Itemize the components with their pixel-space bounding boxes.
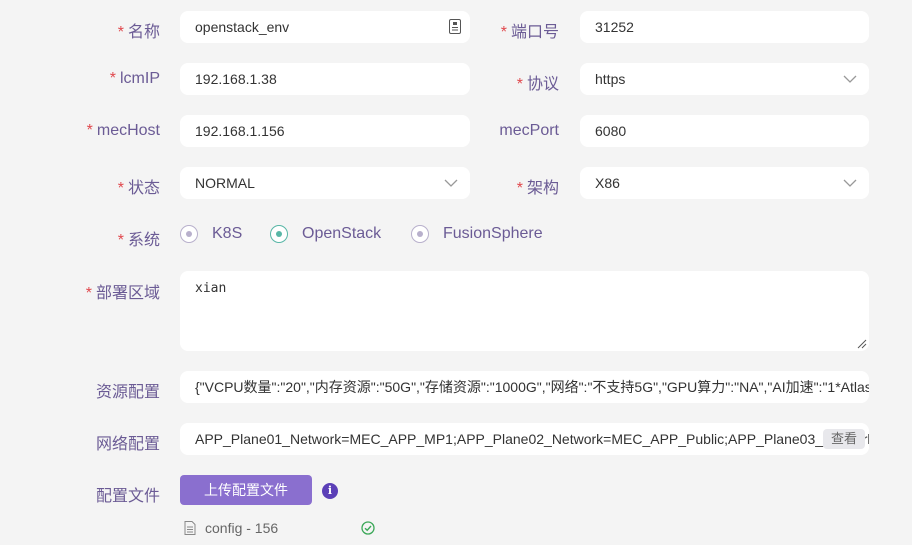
- radio-circle-checked: [270, 225, 288, 243]
- upload-config-button[interactable]: 上传配置文件: [180, 475, 312, 505]
- network-input[interactable]: APP_Plane01_Network=MEC_APP_MP1;APP_Plan…: [180, 423, 869, 455]
- chevron-down-icon: [444, 179, 458, 187]
- mechost-input[interactable]: 192.168.1.156: [180, 115, 470, 147]
- lcmip-input[interactable]: 192.168.1.38: [180, 63, 470, 95]
- file-name: config - 156: [205, 520, 279, 536]
- mechost-label: * mecHost: [86, 122, 160, 139]
- file-icon: [184, 521, 196, 535]
- protocol-label: * 协议: [516, 76, 559, 93]
- name-input[interactable]: openstack_env: [180, 11, 470, 43]
- uploaded-file-item[interactable]: config - 156: [184, 520, 278, 536]
- chevron-down-icon: [843, 75, 857, 83]
- region-textarea[interactable]: xian: [180, 271, 869, 351]
- arch-label: * 架构: [516, 180, 559, 197]
- mecport-input[interactable]: 6080: [580, 115, 869, 147]
- arch-select[interactable]: X86: [580, 167, 869, 199]
- check-circle-icon: [361, 521, 375, 535]
- name-label: * 名称: [117, 24, 160, 41]
- resource-label: 资源配置: [95, 384, 160, 401]
- resource-input[interactable]: {"VCPU数量":"20","内存资源":"50G","存储资源":"1000…: [180, 371, 869, 403]
- port-input[interactable]: 31252: [580, 11, 869, 43]
- document-icon[interactable]: [449, 19, 461, 34]
- system-label: * 系统: [117, 232, 160, 249]
- region-label: * 部署区域: [85, 285, 160, 302]
- port-label: * 端口号: [500, 24, 559, 41]
- mecport-label: mecPort: [499, 122, 559, 139]
- status-label: * 状态: [117, 180, 160, 197]
- radio-circle: [180, 225, 198, 243]
- resize-handle-icon[interactable]: [857, 339, 867, 349]
- info-icon[interactable]: i: [322, 483, 338, 499]
- network-label: 网络配置: [95, 436, 160, 453]
- radio-k8s[interactable]: K8S: [180, 225, 242, 243]
- radio-circle: [411, 225, 429, 243]
- radio-fusionsphere[interactable]: FusionSphere: [411, 225, 543, 243]
- lcmip-label: * lcmIP: [109, 70, 160, 87]
- config-file-label: 配置文件: [95, 488, 160, 505]
- status-select[interactable]: NORMAL: [180, 167, 470, 199]
- radio-openstack[interactable]: OpenStack: [270, 225, 381, 243]
- chevron-down-icon: [843, 179, 857, 187]
- view-button[interactable]: 查看: [822, 429, 865, 449]
- protocol-select[interactable]: https: [580, 63, 869, 95]
